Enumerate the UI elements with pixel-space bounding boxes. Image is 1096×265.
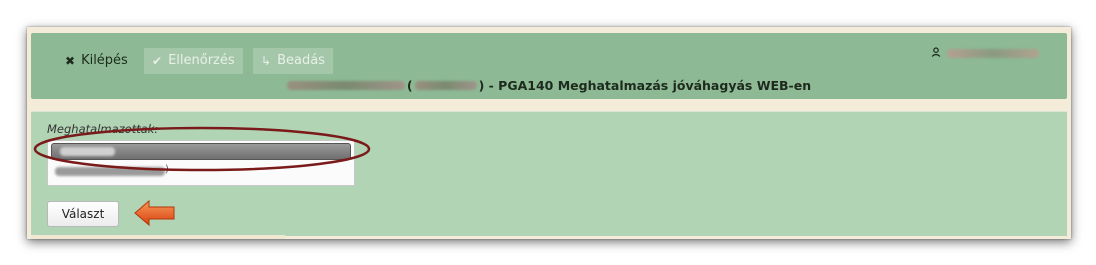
check-button[interactable]: ✔ Ellenőrzés bbox=[144, 48, 243, 74]
redacted-list-text bbox=[55, 167, 165, 176]
redacted-list-text bbox=[60, 147, 115, 156]
check-label: Ellenőrzés bbox=[168, 53, 235, 68]
user-icon bbox=[931, 47, 941, 60]
redacted-name bbox=[286, 81, 405, 90]
app-window: ✖ Kilépés ✔ Ellenőrzés ↳ Beadás ( ) - PG… bbox=[27, 27, 1071, 239]
header-bar: ✖ Kilépés ✔ Ellenőrzés ↳ Beadás ( ) - PG… bbox=[31, 33, 1067, 99]
pointer-arrow-icon bbox=[134, 199, 175, 227]
bottom-strip bbox=[31, 235, 285, 239]
list-item[interactable]: ) bbox=[51, 164, 349, 179]
title-open-paren: ( bbox=[406, 78, 413, 93]
authorized-listbox[interactable]: ) bbox=[47, 140, 355, 186]
redacted-id bbox=[414, 81, 477, 90]
list-item-suffix: ) bbox=[165, 164, 169, 175]
user-info[interactable] bbox=[931, 47, 1039, 60]
submit-button[interactable]: ↳ Beadás bbox=[253, 48, 333, 74]
select-button[interactable]: Választ bbox=[47, 201, 119, 227]
page-title: ( ) - PGA140 Meghatalmazás jóváhagyás WE… bbox=[31, 78, 1067, 93]
submit-label: Beadás bbox=[277, 53, 325, 68]
exit-button[interactable]: ✖ Kilépés bbox=[57, 48, 136, 74]
content-panel: Meghatalmazottak: ) Választ bbox=[31, 111, 1067, 236]
list-item-selected[interactable] bbox=[51, 143, 351, 160]
checkmark-icon: ✔ bbox=[152, 54, 163, 68]
user-name-redacted bbox=[947, 49, 1039, 58]
return-arrow-icon: ↳ bbox=[261, 54, 272, 68]
exit-label: Kilépés bbox=[81, 53, 128, 68]
close-icon: ✖ bbox=[65, 54, 76, 68]
title-text: ) - PGA140 Meghatalmazás jóváhagyás WEB-… bbox=[478, 78, 812, 93]
authorized-label: Meghatalmazottak: bbox=[47, 122, 159, 136]
